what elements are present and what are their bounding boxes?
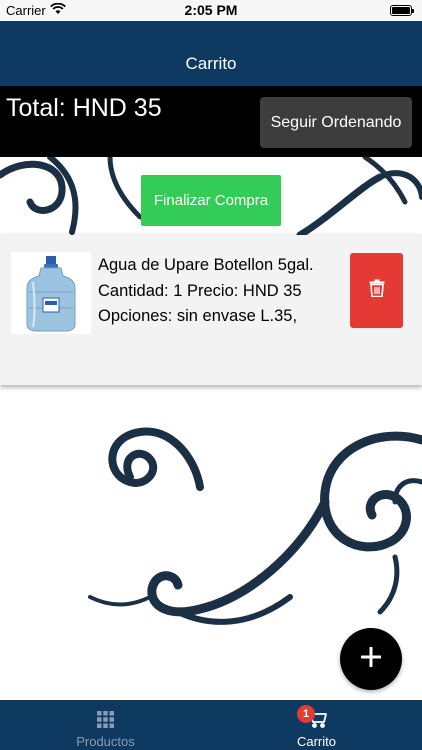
trash-icon bbox=[369, 279, 385, 302]
continue-shopping-button[interactable]: Seguir Ordenando bbox=[260, 97, 412, 148]
clock: 2:05 PM bbox=[184, 2, 238, 18]
checkout-button[interactable]: Finalizar Compra bbox=[141, 175, 281, 226]
cart-item-card: Agua de Upare Botellon 5gal. Cantidad: 1… bbox=[0, 235, 422, 385]
tab-productos[interactable]: Productos bbox=[0, 700, 211, 750]
tab-productos-label: Productos bbox=[76, 734, 135, 749]
tab-carrito[interactable]: Carrito 1 bbox=[211, 700, 422, 750]
cart-item-description: Agua de Upare Botellon 5gal. Cantidad: 1… bbox=[98, 256, 314, 325]
plus-icon bbox=[360, 646, 382, 672]
tab-carrito-label: Carrito bbox=[296, 734, 336, 749]
page-title: Carrito bbox=[185, 54, 237, 73]
tab-bar: Productos Carrito 1 bbox=[0, 700, 422, 750]
delete-item-button[interactable] bbox=[350, 253, 403, 328]
cart-total: Total: HND 35 bbox=[6, 94, 162, 122]
cart-count-badge: 1 bbox=[297, 705, 315, 723]
status-bar: Carrier 2:05 PM bbox=[0, 0, 422, 21]
nav-header: Carrito bbox=[0, 21, 422, 86]
add-fab-button[interactable] bbox=[340, 628, 402, 690]
water-jug-image bbox=[11, 252, 91, 334]
battery-icon bbox=[390, 5, 414, 16]
grid-icon bbox=[97, 711, 114, 733]
total-bar: Total: HND 35 Seguir Ordenando bbox=[0, 86, 422, 157]
